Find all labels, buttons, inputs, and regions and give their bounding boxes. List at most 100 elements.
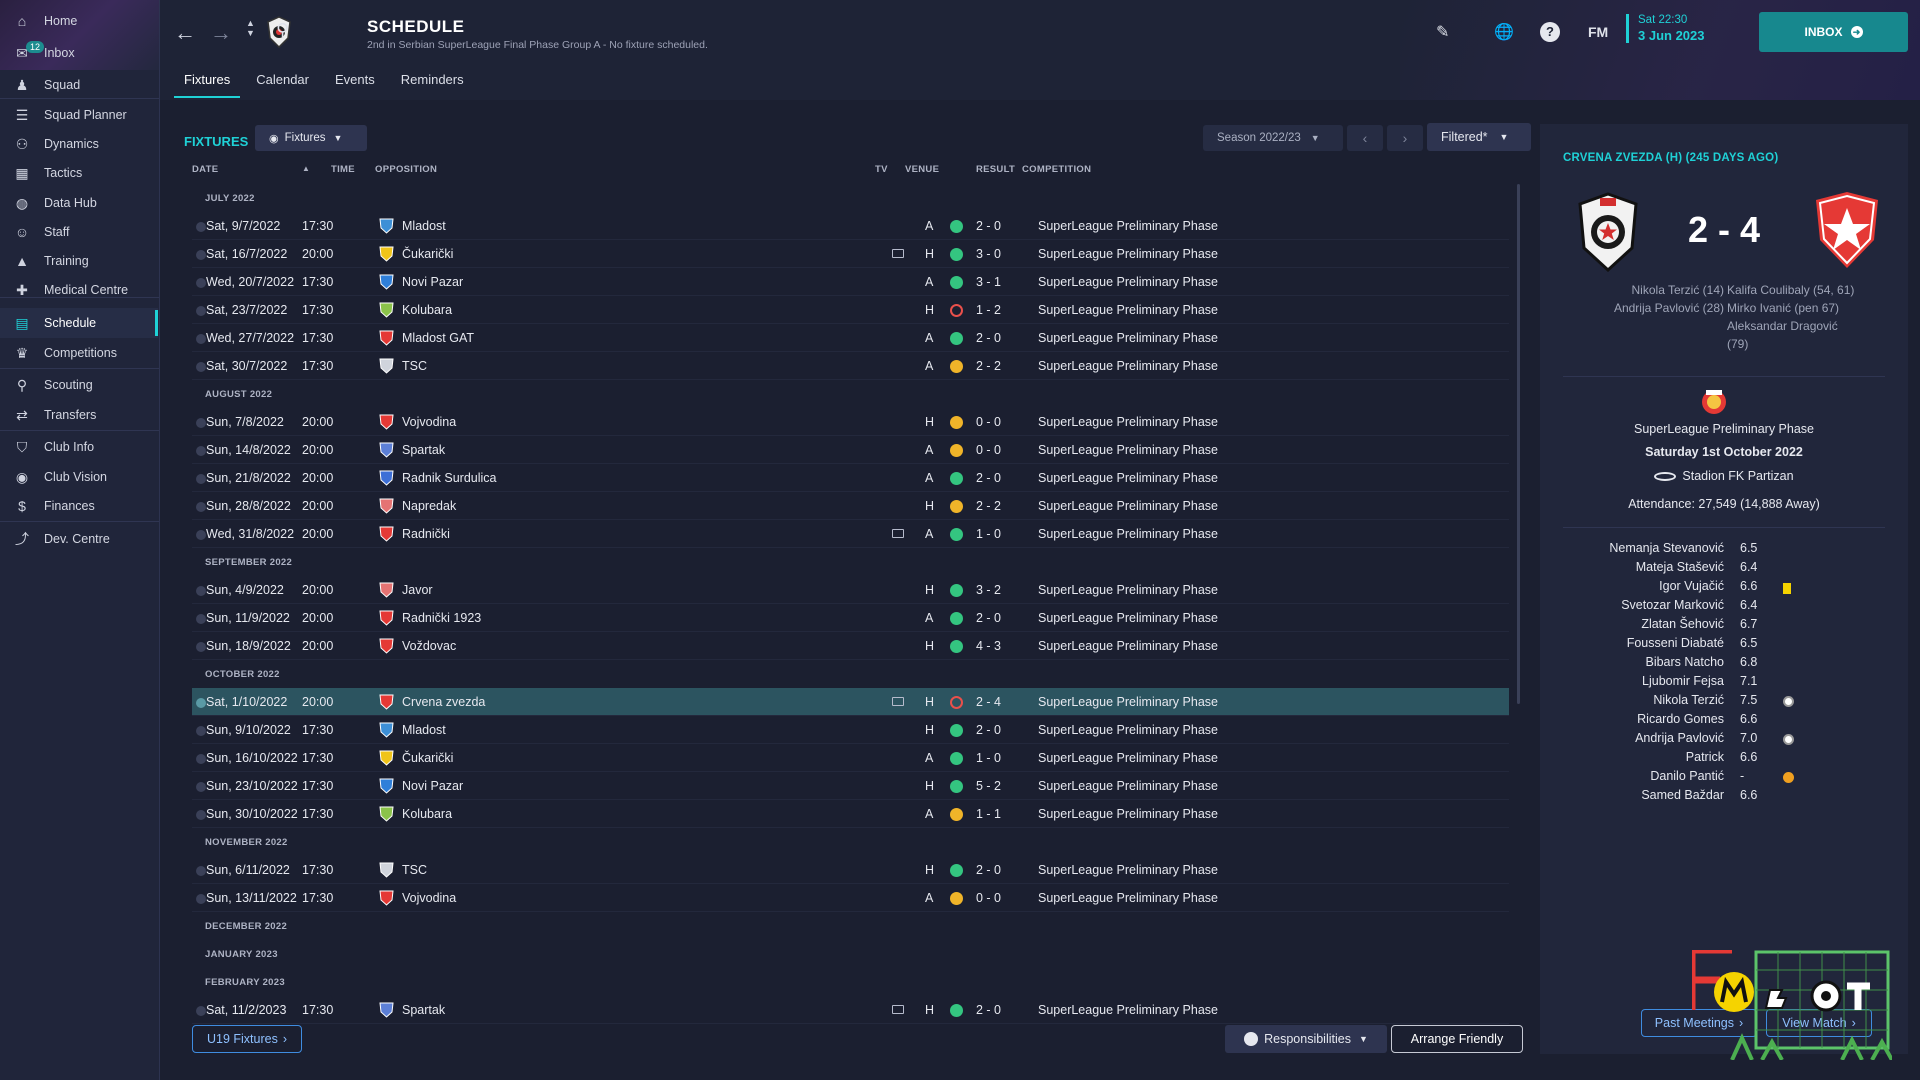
sidebar-item-medical-centre[interactable]: ✚ Medical Centre [0,275,158,305]
fixture-competition[interactable]: SuperLeague Preliminary Phase [1038,275,1218,289]
inbox-continue-button[interactable]: INBOX ➜ [1759,12,1908,52]
column-header-time[interactable]: TIME [331,164,355,175]
opponent-name[interactable]: Voždovac [402,639,456,653]
opponent-name[interactable]: Radnički 1923 [402,611,481,625]
tab-fixtures[interactable]: Fixtures [174,70,241,98]
fixture-row[interactable]: Sat, 16/7/2022 20:00 Čukarički H 3 - 0 SuperL… [192,240,1509,268]
sidebar-item-competitions[interactable]: ♛ Competitions [0,338,158,368]
fixture-row[interactable]: Sun, 14/8/2022 20:00 Spartak A 0 - 0 SuperLea… [192,436,1509,464]
sidebar-item-club-vision[interactable]: ◉ Club Vision [0,462,158,492]
player-rating-row[interactable]: Mateja Stašević 6.4 [1540,560,1908,578]
opponent-crest-icon[interactable] [379,582,394,598]
opponent-name[interactable]: Spartak [402,443,445,457]
sidebar-item-tactics[interactable]: ▦ Tactics [0,158,158,188]
fixture-row[interactable]: Sun, 4/9/2022 20:00 Javor H 3 - 2 SuperLeague… [192,576,1509,604]
fixture-row[interactable]: Wed, 27/7/2022 17:30 Mladost GAT A 2 - 0 Supe… [192,324,1509,352]
opponent-crest-icon[interactable] [379,1002,394,1018]
globe-icon[interactable]: 🌐 [1494,22,1514,42]
fm-menu-button[interactable]: FM [1588,24,1608,40]
sidebar-item-dev-centre[interactable]: ⤴ Dev. Centre [0,524,158,554]
fixture-competition[interactable]: SuperLeague Preliminary Phase [1038,415,1218,429]
fixture-competition[interactable]: SuperLeague Preliminary Phase [1038,247,1218,261]
column-header-tv[interactable]: TV [875,164,888,175]
opponent-name[interactable]: Mladost [402,219,446,233]
row-select-radio[interactable] [196,1006,206,1016]
opponent-crest-icon[interactable] [379,246,394,262]
fixture-competition[interactable]: SuperLeague Preliminary Phase [1038,331,1218,345]
edit-pencil-icon[interactable]: ✎ [1436,22,1449,42]
sidebar-item-squad[interactable]: ♟ Squad [0,70,158,100]
row-select-radio[interactable] [196,810,206,820]
opponent-crest-icon[interactable] [379,806,394,822]
fixture-row[interactable]: Sun, 18/9/2022 20:00 Voždovac H 4 - 3 SuperLe… [192,632,1509,660]
opponent-crest-icon[interactable] [379,778,394,794]
sidebar-item-staff[interactable]: ☺ Staff [0,217,158,247]
opponent-name[interactable]: Vojvodina [402,415,456,429]
opponent-crest-icon[interactable] [379,330,394,346]
row-select-radio[interactable] [196,614,206,624]
sidebar-item-transfers[interactable]: ⇄ Transfers [0,400,158,430]
row-select-radio[interactable] [196,334,206,344]
opponent-crest-icon[interactable] [379,890,394,906]
fixture-row[interactable]: Sun, 11/9/2022 20:00 Radnički 1923 A 2 - 0 Su… [192,604,1509,632]
fixture-competition[interactable]: SuperLeague Preliminary Phase [1038,639,1218,653]
opponent-crest-icon[interactable] [379,358,394,374]
fixture-row[interactable]: Sat, 30/7/2022 17:30 TSC A 2 - 2 SuperLeague … [192,352,1509,380]
fixture-row[interactable]: Sun, 13/11/2022 17:30 Vojvodina A 0 - 0 Super… [192,884,1509,912]
back-arrow-icon[interactable]: ← [174,20,196,46]
opponent-name[interactable]: Radnik Surdulica [402,471,497,485]
game-date[interactable]: Sat 22:30 3 Jun 2023 [1626,14,1705,43]
player-rating-row[interactable]: Fousseni Diabaté 6.5 [1540,636,1908,654]
column-header-venue[interactable]: VENUE [905,164,939,175]
row-select-radio[interactable] [196,894,206,904]
arrange-friendly-button[interactable]: Arrange Friendly [1391,1025,1523,1053]
fixtures-scrollbar[interactable] [1517,184,1520,704]
row-select-radio[interactable] [196,586,206,596]
opponent-crest-icon[interactable] [379,218,394,234]
sidebar-item-schedule[interactable]: ▤ Schedule [0,308,158,338]
fixture-row[interactable]: Sun, 23/10/2022 17:30 Novi Pazar H 5 - 2 Supe… [192,772,1509,800]
player-rating-row[interactable]: Ljubomir Fejsa 7.1 [1540,674,1908,692]
column-header-date[interactable]: DATE [192,164,218,175]
row-select-radio[interactable] [196,418,206,428]
forward-arrow-icon[interactable]: → [210,20,232,46]
search-icon[interactable]: ⚲ [276,20,289,41]
row-select-radio[interactable] [196,502,206,512]
row-select-radio[interactable] [196,782,206,792]
fixture-score[interactable]: 3 - 1 [976,275,1001,289]
tab-reminders[interactable]: Reminders [391,70,474,98]
opponent-crest-icon[interactable] [379,498,394,514]
responsibilities-button[interactable]: Responsibilities ▼ [1225,1025,1387,1053]
opponent-crest-icon[interactable] [379,526,394,542]
opponent-name[interactable]: Radnički [402,527,450,541]
tab-calendar[interactable]: Calendar [246,70,319,98]
opponent-crest-icon[interactable] [379,274,394,290]
fixture-score[interactable]: 2 - 0 [976,1003,1001,1017]
fixture-competition[interactable]: SuperLeague Preliminary Phase [1038,891,1218,905]
opponent-name[interactable]: Mladost GAT [402,331,474,345]
opponent-name[interactable]: Spartak [402,1003,445,1017]
row-select-radio[interactable] [196,250,206,260]
opponent-crest-icon[interactable] [379,862,394,878]
fixture-score[interactable]: 2 - 2 [976,359,1001,373]
fixture-score[interactable]: 1 - 0 [976,751,1001,765]
player-rating-row[interactable]: Svetozar Marković 6.4 [1540,598,1908,616]
row-select-radio[interactable] [196,306,206,316]
player-rating-row[interactable]: Bibars Natcho 6.8 [1540,655,1908,673]
opponent-name[interactable]: Crvena zvezda [402,695,485,709]
sidebar-item-squad-planner[interactable]: ☰ Squad Planner [0,100,158,130]
fixture-score[interactable]: 3 - 2 [976,583,1001,597]
club-switch-chevrons-icon[interactable]: ▲ ▼ [246,18,255,38]
player-rating-row[interactable]: Ricardo Gomes 6.6 [1540,712,1908,730]
fixture-competition[interactable]: SuperLeague Preliminary Phase [1038,611,1218,625]
sidebar-item-scouting[interactable]: ⚲ Scouting [0,370,158,400]
previous-season-button[interactable]: ‹ [1347,125,1383,151]
player-rating-row[interactable]: Nikola Terzić 7.5 [1540,693,1908,711]
sidebar-item-training[interactable]: ▲ Training [0,246,158,276]
fixture-competition[interactable]: SuperLeague Preliminary Phase [1038,751,1218,765]
opponent-crest-icon[interactable] [379,442,394,458]
fixture-score[interactable]: 4 - 3 [976,639,1001,653]
u19-fixtures-button[interactable]: U19 Fixtures › [192,1025,302,1053]
fixture-row[interactable]: Sun, 21/8/2022 20:00 Radnik Surdulica A 2 - … [192,464,1509,492]
row-select-radio[interactable] [196,446,206,456]
